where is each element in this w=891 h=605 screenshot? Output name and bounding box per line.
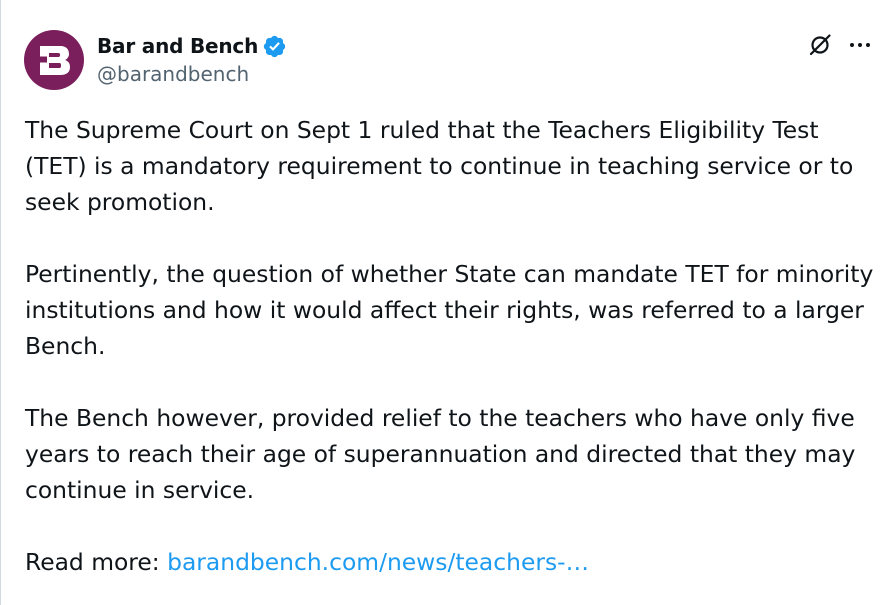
grok-icon [809, 34, 831, 56]
tweet-paragraph-2: Pertinently, the question of whether Sta… [25, 260, 874, 360]
tweet-paragraph-3: The Bench however, provided relief to th… [25, 404, 856, 504]
card-border [0, 0, 1, 605]
more-icon [850, 43, 870, 47]
read-more-line: Read more: barandbench.com/news/teachers… [25, 544, 875, 580]
author-display-name[interactable]: Bar and Bench [97, 34, 258, 58]
article-link[interactable]: barandbench.com/news/teachers-… [167, 548, 589, 576]
verified-badge-icon [263, 35, 286, 57]
bar-and-bench-logo-icon [35, 46, 70, 75]
avatar[interactable] [24, 30, 84, 90]
tweet-paragraph-1: The Supreme Court on Sept 1 ruled that t… [25, 116, 854, 216]
author-handle[interactable]: @barandbench [97, 62, 249, 86]
more-options-button[interactable] [845, 30, 875, 60]
tweet-text: The Supreme Court on Sept 1 ruled that t… [25, 112, 875, 580]
author-name-row: Bar and Bench [97, 32, 287, 60]
grok-button[interactable] [805, 30, 835, 60]
read-more-label: Read more: [25, 548, 168, 576]
